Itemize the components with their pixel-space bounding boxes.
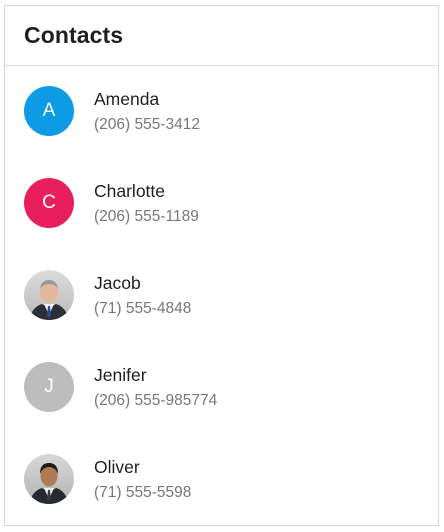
contact-phone: (71) 555-5598 — [94, 484, 192, 501]
avatar-initial: C — [42, 192, 56, 213]
person-photo-icon — [24, 270, 74, 320]
person-photo-icon — [24, 454, 74, 504]
avatar: C — [24, 178, 74, 228]
contact-item-amenda[interactable]: A Amenda (206) 555-3412 — [5, 66, 438, 136]
contact-item-jenifer[interactable]: J Jenifer (206) 555-985774 — [5, 342, 438, 412]
contact-item-jacob[interactable]: Jacob (71) 555-4848 — [5, 250, 438, 320]
avatar: A — [24, 86, 74, 136]
avatar-initial: J — [44, 376, 54, 397]
contacts-header: Contacts — [5, 6, 438, 66]
contact-phone: (206) 555-1189 — [94, 208, 199, 225]
contact-name: Oliver — [94, 457, 140, 477]
contact-phone: (71) 555-4848 — [94, 300, 192, 317]
contacts-card: Contacts A Amenda (206) 555-3412 C Charl… — [4, 5, 439, 526]
contact-phone: (206) 555-3412 — [94, 116, 200, 133]
contact-phone: (206) 555-985774 — [94, 392, 218, 409]
avatar: J — [24, 362, 74, 412]
contact-name: Jenifer — [94, 365, 147, 385]
contact-name: Jacob — [94, 273, 141, 293]
avatar — [24, 454, 74, 504]
avatar-initial: A — [42, 100, 56, 121]
contact-name: Amenda — [94, 89, 160, 109]
contact-item-oliver[interactable]: Oliver (71) 555-5598 — [5, 434, 438, 504]
page-title: Contacts — [24, 22, 124, 48]
avatar — [24, 270, 74, 320]
contact-item-charlotte[interactable]: C Charlotte (206) 555-1189 — [5, 158, 438, 228]
contact-name: Charlotte — [94, 181, 166, 201]
